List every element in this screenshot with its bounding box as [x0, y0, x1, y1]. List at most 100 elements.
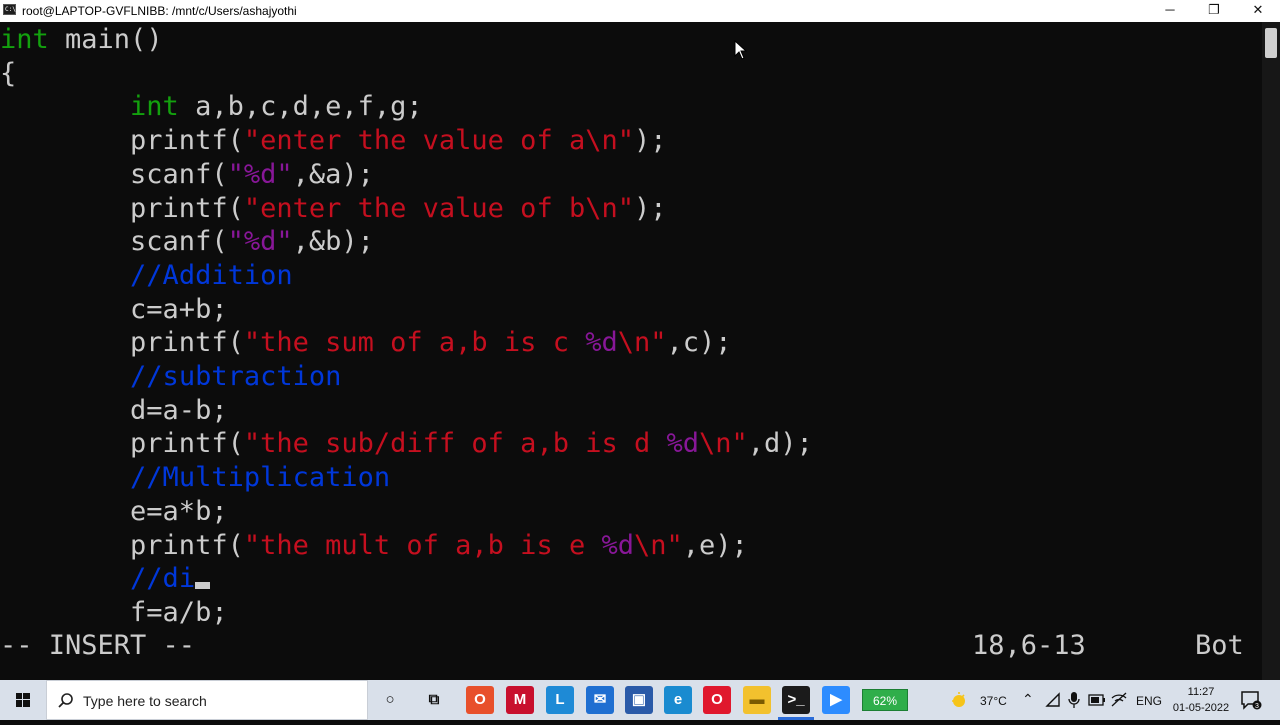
input-language[interactable]: ENG — [1136, 694, 1162, 708]
clock-time: 11:27 — [1187, 686, 1215, 698]
code-token: printf( — [0, 125, 244, 157]
windows-logo-icon — [16, 693, 30, 707]
search-icon — [58, 693, 73, 708]
code-line: printf("enter the value of b\n"); — [0, 192, 667, 226]
code-line: printf("enter the value of a\n"); — [0, 124, 667, 158]
code-token: ,&b); — [292, 226, 374, 258]
clock-date: 01-05-2022 — [1172, 702, 1230, 714]
edge-icon[interactable]: e — [664, 686, 692, 714]
code-token: "%d" — [227, 226, 293, 258]
code-token: //di — [130, 563, 196, 595]
code-token: "the sum of a,b is c — [243, 327, 586, 359]
wifi-off-icon[interactable] — [1110, 692, 1128, 708]
code-token: ,c); — [666, 327, 732, 359]
code-token: int — [130, 91, 179, 123]
code-line: //Multiplication — [0, 461, 390, 495]
mail-icon[interactable]: ✉ — [586, 686, 614, 714]
store-icon[interactable]: ▣ — [625, 686, 653, 714]
mcafee-icon[interactable]: M — [506, 686, 534, 714]
title-bar: C:\ root@LAPTOP-GVFLNIBB: /mnt/c/Users/a… — [0, 0, 1280, 22]
microphone-icon[interactable] — [1068, 691, 1080, 709]
battery-icon[interactable] — [1088, 692, 1106, 708]
system-clock[interactable]: 11:27 01-05-2022 — [1170, 684, 1232, 716]
network-icon[interactable] — [1045, 692, 1061, 708]
code-token: %d — [666, 428, 699, 460]
code-token: ); — [633, 192, 667, 224]
code-token: int — [0, 24, 49, 55]
cortana-icon[interactable]: ○ — [376, 686, 404, 714]
code-token: scanf( — [0, 226, 228, 258]
battery-meter-badge[interactable]: 62% — [862, 689, 908, 711]
code-line: printf("the sub/diff of a,b is d %d\n",d… — [0, 427, 813, 461]
code-token: a,b,c,d,e,f,g; — [178, 91, 423, 123]
console-app-icon: C:\ — [3, 4, 16, 15]
code-token: "the mult of a,b is e — [243, 529, 602, 561]
l-app-icon[interactable]: L — [546, 686, 574, 714]
code-token: //Addition — [130, 259, 293, 291]
code-token: ,&a); — [292, 158, 374, 190]
opera-icon[interactable]: O — [703, 686, 731, 714]
code-line: int a,b,c,d,e,f,g; — [0, 90, 423, 124]
code-token: ); — [633, 125, 667, 157]
window-title: root@LAPTOP-GVFLNIBB: /mnt/c/Users/ashaj… — [22, 4, 297, 18]
code-line: e=a*b; — [0, 495, 228, 529]
scrollbar-thumb[interactable] — [1265, 28, 1277, 58]
office-icon[interactable]: O — [466, 686, 494, 714]
vim-scroll-indicator: Bot — [1195, 630, 1244, 661]
code-token: printf( — [0, 192, 244, 224]
terminal-viewport[interactable]: int main(){ int a,b,c,d,e,f,g; printf("e… — [0, 22, 1262, 680]
vim-mode-indicator: -- INSERT -- — [0, 630, 196, 661]
code-line: c=a+b; — [0, 293, 228, 327]
code-line: d=a-b; — [0, 394, 228, 428]
file-explorer-icon[interactable]: ▬ — [743, 686, 771, 714]
code-token: e=a*b; — [0, 495, 228, 527]
weather-temperature[interactable]: 37°C — [980, 694, 1007, 708]
code-token: \n" — [617, 327, 667, 359]
taskbar-search-box[interactable]: Type here to search — [46, 680, 368, 720]
code-token: main() — [48, 24, 163, 55]
code-line: //Addition — [0, 259, 293, 293]
code-line: { — [0, 57, 16, 91]
zoom-icon[interactable]: ▶ — [822, 686, 850, 714]
vim-cursor-position: 18,6-13 — [972, 630, 1086, 661]
code-token: { — [0, 57, 17, 89]
code-token: "the sub/diff of a,b is d — [243, 428, 667, 460]
code-line: printf("the mult of a,b is e %d\n",e); — [0, 529, 748, 563]
code-token: printf( — [0, 529, 244, 561]
code-token: //Multiplication — [130, 462, 391, 494]
code-token: printf( — [0, 428, 244, 460]
code-token: \n" — [699, 428, 748, 460]
minimize-button[interactable]: ─ — [1148, 0, 1192, 22]
code-token: c=a+b; — [0, 293, 228, 325]
code-line: printf("the sum of a,b is c %d\n",c); — [0, 326, 732, 360]
terminal-icon[interactable]: >_ — [782, 686, 810, 714]
code-token: d=a-b; — [0, 394, 228, 426]
code-line: //subtraction — [0, 360, 341, 394]
vertical-scrollbar[interactable] — [1262, 22, 1280, 680]
code-token: //subtraction — [130, 361, 342, 392]
restore-button[interactable]: ❐ — [1192, 0, 1236, 22]
code-token: ,e); — [682, 529, 748, 561]
code-line: scanf("%d",&b); — [0, 225, 374, 259]
text-cursor — [195, 582, 211, 590]
mouse-pointer-icon — [734, 40, 748, 60]
task-view-icon[interactable]: ⧉ — [420, 686, 448, 714]
start-button[interactable] — [0, 680, 46, 720]
svg-text:3: 3 — [1255, 703, 1259, 710]
code-token: "enter the value of a\n" — [243, 125, 634, 157]
code-line: scanf("%d",&a); — [0, 158, 374, 192]
code-token: "enter the value of b\n" — [243, 192, 634, 224]
notification-center-icon[interactable]: 3 — [1240, 690, 1262, 710]
windows-taskbar: Type here to search ○ ⧉ O M L ✉ ▣ e O ▬ >_ ▶ 62% 37… — [0, 680, 1280, 720]
search-placeholder: Type here to search — [83, 693, 207, 709]
code-line: f=a/b; — [0, 596, 228, 630]
close-button[interactable]: ✕ — [1236, 0, 1280, 22]
code-line: //di — [0, 562, 211, 596]
show-hidden-icons-chevron-icon[interactable]: ⌃ — [1022, 691, 1034, 708]
weather-sun-icon[interactable] — [950, 690, 970, 710]
